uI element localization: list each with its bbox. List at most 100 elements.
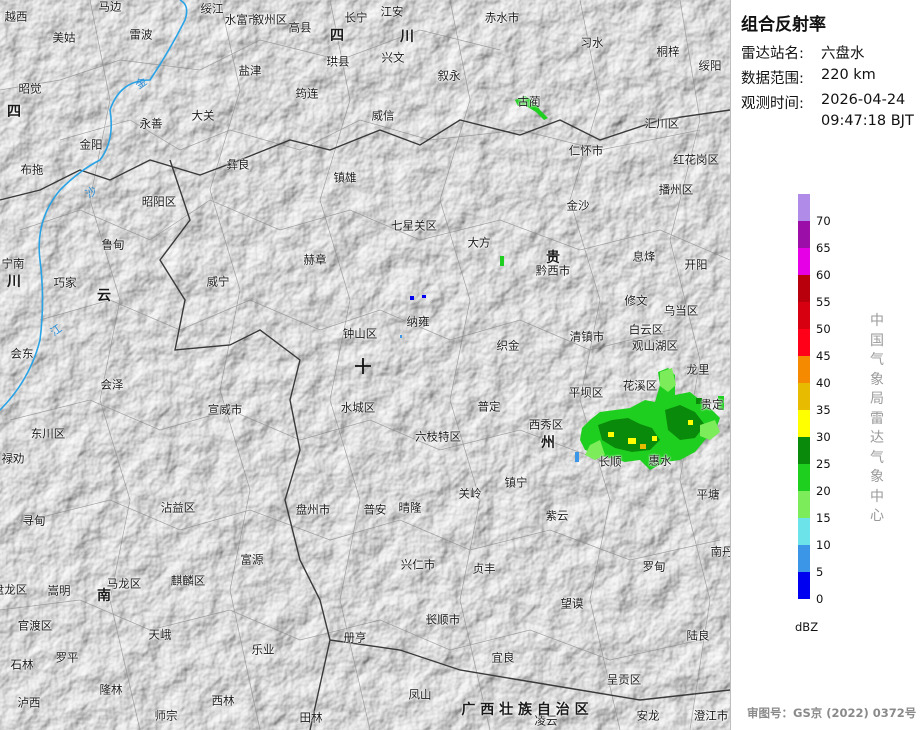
province-label-yunnan-s: 南 bbox=[97, 588, 111, 604]
legend-swatch bbox=[798, 275, 810, 302]
legend-swatch bbox=[798, 302, 810, 329]
province-label-sichuan-w2: 川 bbox=[7, 274, 21, 290]
city-label: 六枝特区 bbox=[415, 429, 461, 444]
city-label: 越西 bbox=[4, 9, 28, 24]
city-label: 石林 bbox=[10, 657, 34, 672]
info-panel: 组合反射率 雷达站名: 六盘水 数据范围: 220 km 观测时间: 2026-… bbox=[730, 0, 920, 730]
radar-map[interactable]: 越西 马边 绥江 水富市 叙州区 高县 长宁 江安 赤水市 美姑 雷波 盐津 珙县 兴文 习水 桐梓 昭觉 大关筠… bbox=[0, 0, 730, 730]
city-label: 修文 bbox=[624, 293, 648, 308]
city-label: 普定 bbox=[477, 399, 501, 414]
city-label: 宜良 bbox=[491, 650, 515, 665]
city-label: 南丹 bbox=[710, 544, 731, 559]
city-label: 宁南 bbox=[1, 256, 25, 271]
province-label-guizhou-1: 贵 bbox=[546, 250, 560, 266]
city-label: 筠连 bbox=[295, 86, 319, 101]
city-label: 叙永 bbox=[437, 68, 461, 83]
city-label: 红花岗区 bbox=[673, 152, 719, 167]
city-label: 大方 bbox=[467, 235, 491, 250]
city-label: 凤山 bbox=[408, 687, 432, 702]
legend-tick-label: 50 bbox=[816, 322, 831, 336]
city-label: 布拖 bbox=[20, 162, 44, 177]
legend-swatch bbox=[798, 464, 810, 491]
city-label: 长顺 bbox=[598, 454, 622, 469]
echo-small-cells bbox=[400, 96, 548, 338]
city-label: 习水 bbox=[580, 35, 604, 50]
city-label: 古蔺 bbox=[517, 94, 541, 109]
city-label: 西秀区 bbox=[528, 417, 564, 432]
city-label: 开阳 bbox=[684, 257, 708, 272]
organization-text: 中国气象局雷达气象中心 bbox=[870, 313, 884, 524]
province-label-yunnan: 云 bbox=[97, 288, 111, 304]
city-label: 册亨 bbox=[343, 630, 367, 645]
legend-swatch bbox=[798, 356, 810, 383]
legend-tick-label: 5 bbox=[816, 565, 824, 579]
legend-tick-label: 45 bbox=[816, 349, 831, 363]
city-label: 汇川区 bbox=[644, 116, 680, 131]
legend-swatch bbox=[798, 437, 810, 464]
city-label: 盐津 bbox=[238, 63, 262, 78]
city-label: 高县 bbox=[288, 20, 312, 35]
city-label: 金沙 bbox=[566, 198, 590, 213]
city-label: 东川区 bbox=[30, 426, 66, 441]
range-row: 数据范围: 220 km bbox=[741, 67, 876, 88]
city-label: 镇宁 bbox=[504, 475, 528, 490]
city-label: 永善 bbox=[139, 116, 163, 131]
legend-swatch bbox=[798, 572, 810, 599]
city-label: 会泽 bbox=[100, 377, 124, 392]
radar-product-view: 越西 马边 绥江 水富市 叙州区 高县 长宁 江安 赤水市 美姑 雷波 盐津 珙县 兴文 习水 桐梓 昭觉 大关筠… bbox=[0, 0, 920, 730]
legend-swatch bbox=[798, 410, 810, 437]
city-label: 长宁 bbox=[344, 10, 368, 25]
city-label: 仁怀市 bbox=[568, 143, 604, 158]
city-label: 大关 bbox=[191, 108, 215, 123]
city-label: 田林 bbox=[299, 710, 323, 725]
city-label: 龙里 bbox=[686, 362, 710, 377]
province-label-guangxi: 广 西 壮 族 自 治 区 bbox=[461, 702, 589, 718]
city-label: 天峨 bbox=[148, 627, 172, 642]
city-label: 昭阳区 bbox=[141, 194, 177, 209]
province-label-sichuan-2: 川 bbox=[400, 29, 414, 45]
legend-swatch bbox=[798, 545, 810, 572]
city-label: 平塘 bbox=[696, 487, 720, 502]
city-label: 赤水市 bbox=[484, 10, 520, 25]
legend-swatch bbox=[798, 221, 810, 248]
province-label-sichuan-w1: 四 bbox=[7, 104, 21, 120]
province-label-guizhou-2: 州 bbox=[541, 435, 555, 451]
city-label: 观山湖区 bbox=[632, 338, 678, 353]
legend-tick-label: 30 bbox=[816, 430, 831, 444]
city-label: 晴隆 bbox=[398, 500, 422, 515]
city-label: 长顺 bbox=[425, 612, 449, 627]
legend-tick-label: 35 bbox=[816, 403, 831, 417]
product-title: 组合反射率 bbox=[741, 15, 826, 35]
legend-tick-label: 10 bbox=[816, 538, 831, 552]
legend-tick-label: 70 bbox=[816, 214, 831, 228]
city-label: 隆林 bbox=[99, 682, 123, 697]
city-label: 罗甸 bbox=[642, 559, 666, 574]
legend-swatch bbox=[798, 329, 810, 356]
legend-tick-label: 25 bbox=[816, 457, 831, 471]
legend-tick-label: 65 bbox=[816, 241, 831, 255]
radar-echo-layer bbox=[400, 96, 724, 470]
city-label: 贞丰 bbox=[472, 561, 496, 576]
city-label: 纳雍 bbox=[406, 314, 430, 329]
city-label: 盘州市 bbox=[295, 502, 331, 517]
city-label: 兴文 bbox=[381, 50, 405, 65]
city-label: 盘龙区 bbox=[0, 582, 28, 597]
city-label: 威宁 bbox=[206, 274, 230, 289]
legend-tick-label: 40 bbox=[816, 376, 831, 390]
city-label: 昭觉 bbox=[18, 81, 42, 96]
city-label: 兴仁市 bbox=[400, 557, 436, 572]
city-label: 播州区 bbox=[658, 182, 694, 197]
city-label: 陆良 bbox=[686, 628, 710, 643]
city-label: 息烽 bbox=[632, 249, 656, 264]
dbz-color-legend bbox=[798, 194, 810, 599]
legend-swatch bbox=[798, 491, 810, 518]
city-label: 花溪区 bbox=[622, 378, 658, 393]
legend-tick-label: 60 bbox=[816, 268, 831, 282]
city-label: 禄劝 bbox=[1, 451, 25, 466]
legend-swatch bbox=[798, 518, 810, 545]
city-label: 绥江 bbox=[200, 1, 224, 16]
city-label: 望谟 bbox=[560, 596, 584, 611]
station-value: 六盘水 bbox=[821, 46, 865, 62]
province-label-sichuan-1: 四 bbox=[330, 28, 344, 44]
city-label: 乌当区 bbox=[663, 303, 699, 318]
